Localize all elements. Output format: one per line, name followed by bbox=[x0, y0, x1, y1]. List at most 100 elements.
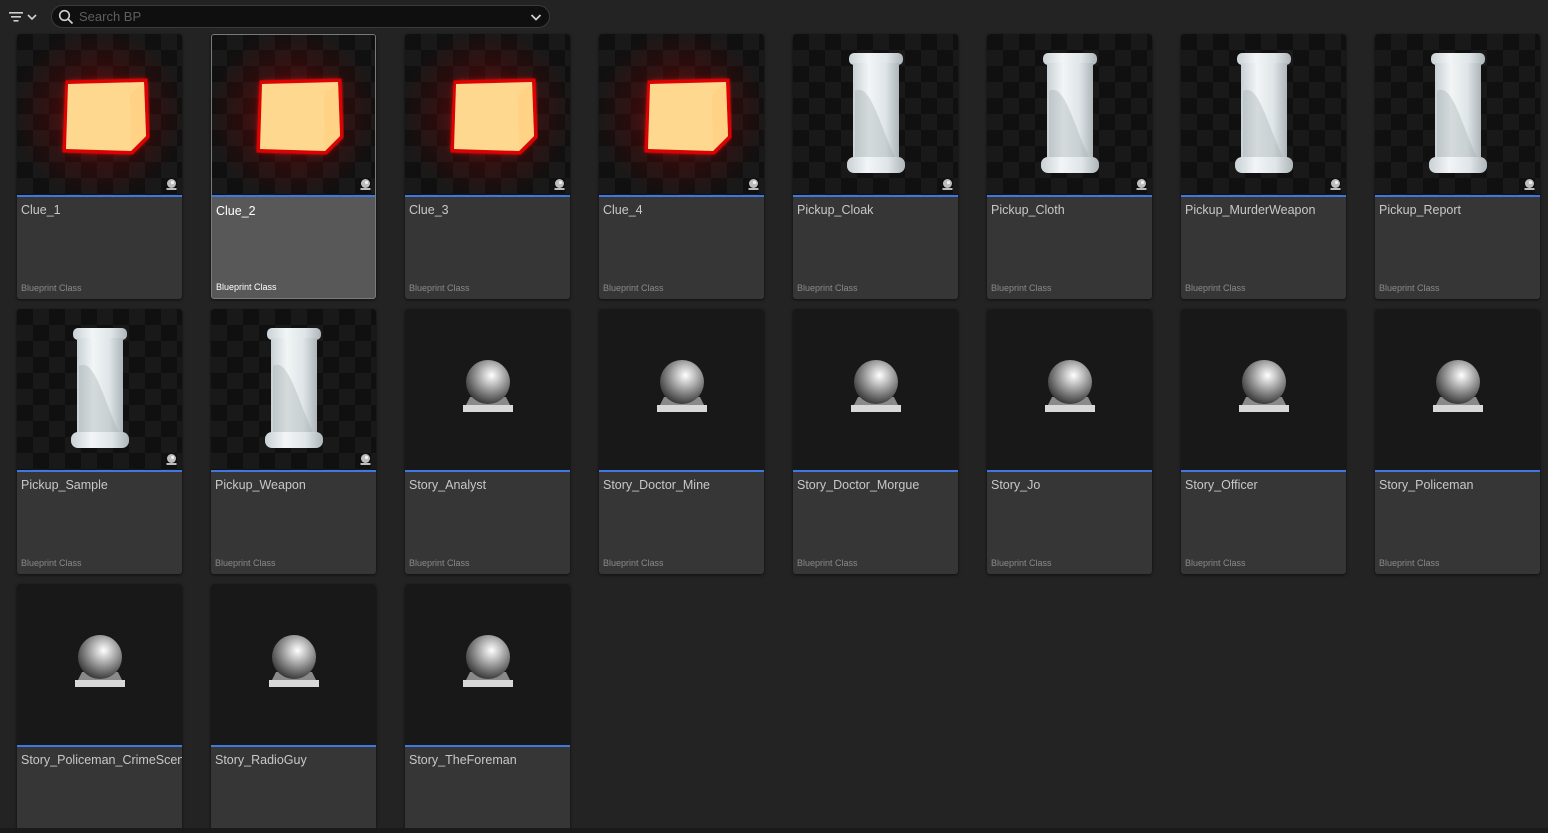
blueprint-actor-badge-icon bbox=[1524, 179, 1535, 190]
search-options-chevron-icon[interactable] bbox=[529, 10, 543, 24]
chevron-down-icon bbox=[27, 14, 37, 21]
asset-name: Clue_1 bbox=[21, 203, 61, 217]
asset-type: Blueprint Class bbox=[603, 558, 664, 568]
blueprint-actor-badge-icon bbox=[166, 179, 177, 190]
cylinder-thumbnail-icon bbox=[1234, 52, 1293, 173]
asset-type: Blueprint Class bbox=[1379, 558, 1440, 568]
sphere-on-pedestal-icon bbox=[1044, 359, 1095, 412]
blueprint-actor-badge-icon bbox=[748, 179, 759, 190]
asset-tile[interactable]: Clue_4 Blueprint Class bbox=[599, 34, 764, 299]
blueprint-actor-badge-icon bbox=[1330, 179, 1341, 190]
asset-tile[interactable]: Story_Policeman_CrimeScene bbox=[17, 584, 182, 833]
asset-name: Clue_4 bbox=[603, 203, 643, 217]
asset-thumbnail bbox=[405, 584, 570, 747]
blueprint-actor-badge-icon bbox=[166, 454, 177, 465]
horizontal-scrollbar[interactable] bbox=[0, 828, 1548, 833]
asset-tile[interactable]: Clue_3 Blueprint Class bbox=[405, 34, 570, 299]
asset-name: Story_Doctor_Mine bbox=[603, 478, 710, 492]
asset-thumbnail bbox=[599, 309, 764, 472]
blueprint-actor-badge-icon bbox=[360, 454, 371, 465]
asset-tile[interactable]: Pickup_Sample Blueprint Class bbox=[17, 309, 182, 574]
asset-thumbnail bbox=[793, 34, 958, 197]
asset-tile[interactable]: Story_TheForeman bbox=[405, 584, 570, 833]
asset-thumbnail bbox=[211, 309, 376, 472]
asset-name: Clue_2 bbox=[216, 204, 256, 218]
asset-tile[interactable]: Story_Analyst Blueprint Class bbox=[405, 309, 570, 574]
blueprint-actor-badge-icon bbox=[360, 179, 371, 190]
search-icon bbox=[58, 9, 74, 25]
search-box[interactable] bbox=[51, 5, 550, 28]
asset-tile[interactable]: Pickup_Weapon Blueprint Class bbox=[211, 309, 376, 574]
asset-type: Blueprint Class bbox=[215, 558, 276, 568]
asset-type: Blueprint Class bbox=[409, 283, 470, 293]
asset-name: Pickup_Cloth bbox=[991, 203, 1065, 217]
sphere-on-pedestal-icon bbox=[656, 359, 707, 412]
asset-thumbnail bbox=[793, 309, 958, 472]
asset-name: Story_TheForeman bbox=[409, 753, 517, 767]
asset-tile[interactable]: Clue_2 Blueprint Class bbox=[211, 34, 376, 299]
asset-thumbnail bbox=[211, 584, 376, 747]
cylinder-thumbnail-icon bbox=[1040, 52, 1099, 173]
asset-tile[interactable]: Story_Policeman Blueprint Class bbox=[1375, 309, 1540, 574]
asset-name: Story_Jo bbox=[991, 478, 1041, 492]
asset-tile[interactable]: Pickup_Report Blueprint Class bbox=[1375, 34, 1540, 299]
asset-name: Story_RadioGuy bbox=[215, 753, 307, 767]
blueprint-actor-badge-icon bbox=[1136, 179, 1147, 190]
asset-type: Blueprint Class bbox=[1379, 283, 1440, 293]
filter-button[interactable] bbox=[8, 6, 44, 28]
asset-name: Pickup_Sample bbox=[21, 478, 108, 492]
asset-tile[interactable]: Pickup_MurderWeapon Blueprint Class bbox=[1181, 34, 1346, 299]
asset-name: Story_Doctor_Morgue bbox=[797, 478, 920, 492]
asset-name: Story_Officer bbox=[1185, 478, 1258, 492]
asset-type: Blueprint Class bbox=[797, 558, 858, 568]
asset-tile[interactable]: Story_Officer Blueprint Class bbox=[1181, 309, 1346, 574]
asset-type: Blueprint Class bbox=[409, 558, 470, 568]
asset-thumbnail bbox=[987, 34, 1152, 197]
sphere-on-pedestal-icon bbox=[850, 359, 901, 412]
asset-tile[interactable]: Pickup_Cloth Blueprint Class bbox=[987, 34, 1152, 299]
asset-tile[interactable]: Story_Doctor_Morgue Blueprint Class bbox=[793, 309, 958, 574]
asset-name: Story_Analyst bbox=[409, 478, 487, 492]
cylinder-thumbnail-icon bbox=[70, 327, 129, 448]
sphere-on-pedestal-icon bbox=[1238, 359, 1289, 412]
asset-tile[interactable]: Story_RadioGuy bbox=[211, 584, 376, 833]
asset-tile[interactable]: Clue_1 Blueprint Class bbox=[17, 34, 182, 299]
asset-thumbnail bbox=[1181, 309, 1346, 472]
asset-thumbnail bbox=[1375, 309, 1540, 472]
asset-thumbnail bbox=[17, 584, 182, 747]
asset-name: Story_Policeman bbox=[1379, 478, 1474, 492]
cube-thumbnail-icon bbox=[255, 77, 344, 155]
asset-tile[interactable]: Pickup_Cloak Blueprint Class bbox=[793, 34, 958, 299]
asset-type: Blueprint Class bbox=[603, 283, 664, 293]
blueprint-actor-badge-icon bbox=[554, 179, 565, 190]
sphere-on-pedestal-icon bbox=[268, 634, 319, 687]
asset-type: Blueprint Class bbox=[991, 283, 1052, 293]
content-browser-toolbar bbox=[0, 0, 1548, 32]
asset-name: Pickup_MurderWeapon bbox=[1185, 203, 1316, 217]
asset-thumbnail bbox=[212, 35, 375, 197]
cylinder-thumbnail-icon bbox=[1428, 52, 1487, 173]
asset-thumbnail bbox=[1181, 34, 1346, 197]
asset-thumbnail bbox=[405, 34, 570, 197]
search-input[interactable] bbox=[79, 8, 519, 25]
asset-name: Story_Policeman_CrimeScene bbox=[21, 753, 182, 767]
cube-thumbnail-icon bbox=[643, 77, 732, 155]
asset-tile[interactable]: Story_Jo Blueprint Class bbox=[987, 309, 1152, 574]
asset-type: Blueprint Class bbox=[1185, 558, 1246, 568]
blueprint-actor-badge-icon bbox=[942, 179, 953, 190]
sphere-on-pedestal-icon bbox=[1432, 359, 1483, 412]
filter-icon bbox=[9, 12, 23, 22]
asset-name: Pickup_Weapon bbox=[215, 478, 306, 492]
asset-thumbnail bbox=[1375, 34, 1540, 197]
sphere-on-pedestal-icon bbox=[462, 359, 513, 412]
cube-thumbnail-icon bbox=[61, 77, 150, 155]
asset-tile[interactable]: Story_Doctor_Mine Blueprint Class bbox=[599, 309, 764, 574]
asset-thumbnail bbox=[987, 309, 1152, 472]
asset-type: Blueprint Class bbox=[1185, 283, 1246, 293]
asset-grid: Clue_1 Blueprint Class Clue_2 Blueprint Cla… bbox=[17, 34, 1540, 833]
asset-name: Pickup_Cloak bbox=[797, 203, 874, 217]
asset-type: Blueprint Class bbox=[216, 282, 277, 292]
asset-name: Clue_3 bbox=[409, 203, 449, 217]
cube-thumbnail-icon bbox=[449, 77, 538, 155]
asset-type: Blueprint Class bbox=[21, 283, 82, 293]
